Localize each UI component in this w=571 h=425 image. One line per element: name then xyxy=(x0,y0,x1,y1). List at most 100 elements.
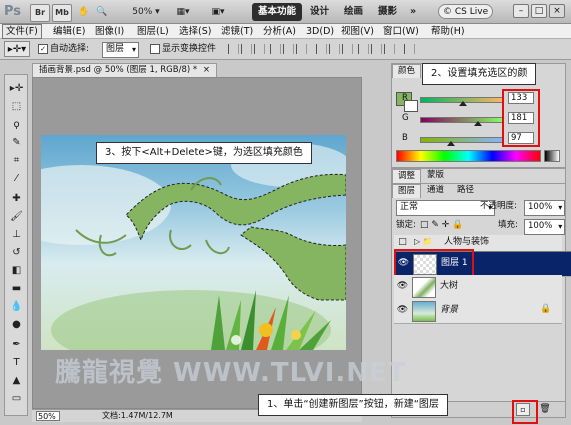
tab-paths[interactable]: 路径 xyxy=(452,184,479,197)
eye-icon[interactable]: 👁 xyxy=(396,305,409,316)
auto-align-icon[interactable] xyxy=(404,44,415,54)
gradient-tool-icon[interactable]: ▬ xyxy=(8,281,25,296)
bridge-button[interactable]: Br xyxy=(30,4,50,22)
flower xyxy=(291,330,301,340)
type-tool-icon[interactable]: T xyxy=(8,355,25,370)
auto-select-dropdown[interactable]: 图层 xyxy=(102,42,140,58)
maximize-button[interactable]: □ xyxy=(531,4,547,18)
status-zoom-field[interactable]: 50% xyxy=(36,411,60,421)
align-hcenter-icon[interactable] xyxy=(283,44,294,54)
minibridge-button[interactable]: Mb xyxy=(52,4,72,22)
show-transform-label: 显示变换控件 xyxy=(162,44,217,54)
show-transform-checkbox[interactable]: 显示变换控件 xyxy=(150,43,216,56)
menu-filter[interactable]: 滤镜(T) xyxy=(218,25,256,38)
b-slider-thumb[interactable] xyxy=(447,141,456,146)
history-brush-tool-icon[interactable]: ↺ xyxy=(8,245,25,260)
group-expand-icon[interactable]: ▷ 📁 xyxy=(414,237,433,246)
marquee-tool-icon[interactable]: ⬚ xyxy=(8,99,25,114)
g-slider-track[interactable] xyxy=(420,117,504,123)
screen-mode-icon[interactable]: ▣▾ xyxy=(205,4,231,20)
menu-window[interactable]: 窗口(W) xyxy=(380,25,422,38)
distribute-top-icon[interactable] xyxy=(316,44,327,54)
menu-edit[interactable]: 编辑(E) xyxy=(50,25,88,38)
distribute-hcenter-icon[interactable] xyxy=(371,44,382,54)
ground-glow xyxy=(51,290,331,350)
hand-tool-icon[interactable]: ✋ xyxy=(76,4,92,20)
distribute-bottom-icon[interactable] xyxy=(342,44,353,54)
path-select-tool-icon[interactable]: ▲ xyxy=(8,373,25,388)
menu-3d[interactable]: 3D(D) xyxy=(303,25,337,38)
menu-layer[interactable]: 图层(L) xyxy=(134,25,172,38)
close-window-button[interactable]: × xyxy=(549,4,565,18)
eraser-tool-icon[interactable]: ◧ xyxy=(8,263,25,278)
align-top-icon[interactable] xyxy=(228,44,239,54)
zoom-level-dropdown[interactable]: 50% ▾ xyxy=(126,4,166,20)
zoom-icon[interactable]: 🔍 xyxy=(95,4,109,20)
menu-select[interactable]: 选择(S) xyxy=(176,25,214,38)
shape-tool-icon[interactable]: ▭ xyxy=(8,391,25,406)
r-slider-thumb[interactable] xyxy=(458,101,467,106)
b-slider-track[interactable] xyxy=(420,137,504,143)
lasso-tool-icon[interactable]: ϙ xyxy=(8,117,25,132)
menu-help[interactable]: 帮助(H) xyxy=(428,25,468,38)
cs-live-button[interactable]: © CS Live xyxy=(438,4,494,19)
workspace-painting[interactable]: 绘画 xyxy=(338,3,369,21)
move-tool-icon[interactable]: ▸✛ xyxy=(8,81,25,96)
minimize-button[interactable]: – xyxy=(513,4,529,18)
eye-icon[interactable]: 👁 xyxy=(396,281,409,292)
auto-select-checkbox[interactable]: ✓ 自动选择: xyxy=(38,43,89,56)
menu-analysis[interactable]: 分析(A) xyxy=(260,25,299,38)
g-slider-thumb[interactable] xyxy=(474,121,483,126)
opacity-field[interactable]: 100% xyxy=(524,200,566,216)
callout-step-2: 2、设置填充选区的颜 xyxy=(422,63,537,85)
align-left-icon[interactable] xyxy=(270,44,281,54)
workspace-photography[interactable]: 摄影 xyxy=(372,3,403,21)
brush-tool-icon[interactable]: 🖌 xyxy=(8,209,25,224)
tab-adjustments[interactable]: 调整 xyxy=(392,169,422,183)
close-document-icon[interactable]: × xyxy=(203,65,210,75)
menu-file[interactable]: 文件(F) xyxy=(2,24,42,39)
layer-row-background[interactable]: 👁 背景 🔒 xyxy=(394,299,562,324)
toolbox: ▸✛ ⬚ ϙ ✎ ⌗ ⁄ ✚ 🖌 ⊥ ↺ ◧ ▬ 💧 ● ✒ T ▲ ▭ xyxy=(4,74,28,416)
tab-masks[interactable]: 蒙版 xyxy=(422,169,449,182)
tab-layers[interactable]: 图层 xyxy=(392,184,422,198)
align-bottom-icon[interactable] xyxy=(254,44,265,54)
more-workspaces-button[interactable]: » xyxy=(404,3,422,21)
tab-color[interactable]: 颜色 xyxy=(392,64,422,78)
workspace-design[interactable]: 设计 xyxy=(304,3,335,21)
dodge-tool-icon[interactable]: ● xyxy=(8,317,25,332)
opacity-label: 不透明度: xyxy=(480,201,517,211)
arrange-docs-icon[interactable]: ▦▾ xyxy=(170,4,196,20)
color-spectrum-ramp[interactable] xyxy=(396,150,541,162)
clone-stamp-tool-icon[interactable]: ⊥ xyxy=(8,227,25,242)
workspace-essentials[interactable]: 基本功能 xyxy=(252,3,303,21)
menu-view[interactable]: 视图(V) xyxy=(338,25,377,38)
distribute-right-icon[interactable] xyxy=(384,44,395,54)
visibility-off-icon[interactable]: □ xyxy=(396,237,409,248)
bw-ramp[interactable] xyxy=(544,150,560,162)
lock-icons[interactable]: □ ✎ ✛ 🔒 xyxy=(420,219,463,232)
healing-brush-tool-icon[interactable]: ✚ xyxy=(8,191,25,206)
title-bar: Ps Br Mb ✋ 🔍 50% ▾ ▦▾ ▣▾ 基本功能 设计 绘画 摄影 »… xyxy=(0,0,571,24)
callout-step-1: 1、单击“创建新图层”按钮，新建“图层 xyxy=(258,394,448,416)
fill-field[interactable]: 100% xyxy=(524,219,566,235)
blur-tool-icon[interactable]: 💧 xyxy=(8,299,25,314)
align-right-icon[interactable] xyxy=(296,44,307,54)
tab-channels[interactable]: 通道 xyxy=(422,184,449,197)
align-vcenter-icon[interactable] xyxy=(241,44,252,54)
options-bar: ▸✛▾ ✓自动选择: 图层 显示变换控件 xyxy=(0,39,571,60)
pen-tool-icon[interactable]: ✒ xyxy=(8,337,25,352)
distribute-vcenter-icon[interactable] xyxy=(329,44,340,54)
menu-image[interactable]: 图像(I) xyxy=(92,25,127,38)
layers-panel: 调整 蒙版 图层 通道 路径 正常 不透明度: 100% 锁定: □ ✎ ✛ 🔒… xyxy=(391,168,571,418)
quick-select-tool-icon[interactable]: ✎ xyxy=(8,135,25,150)
tool-preset-picker[interactable]: ▸✛▾ xyxy=(4,41,30,57)
eyedropper-tool-icon[interactable]: ⁄ xyxy=(8,171,25,186)
delete-layer-icon[interactable]: 🗑 xyxy=(538,403,552,416)
layer-name: 大树 xyxy=(440,281,459,291)
layer-row[interactable]: 👁 大树 xyxy=(394,275,562,300)
image-canvas[interactable] xyxy=(41,135,346,350)
document-tab[interactable]: 插画背景.psd @ 50% (图层 1, RGB/8) * × xyxy=(32,63,217,77)
distribute-left-icon[interactable] xyxy=(358,44,369,54)
crop-tool-icon[interactable]: ⌗ xyxy=(8,153,25,168)
